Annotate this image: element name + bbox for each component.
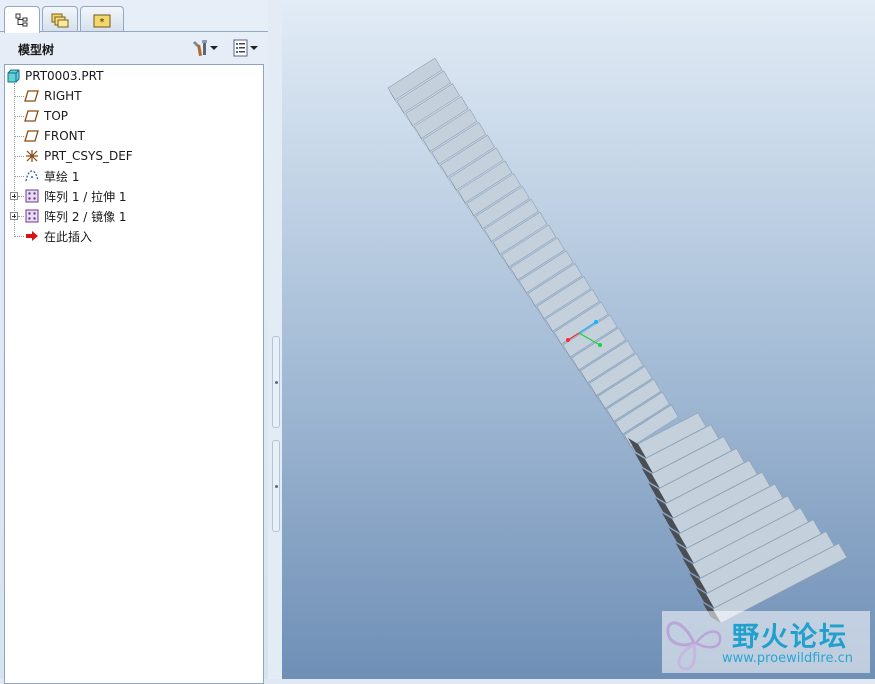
tree-item-label: TOP [44,109,69,123]
tree-settings-button[interactable] [192,38,218,58]
tree-item-sketch[interactable]: 草绘 1 [24,167,79,185]
tree-item-label: 草绘 1 [44,169,80,184]
tab-folder-browser[interactable] [42,6,78,32]
svg-text:*: * [100,17,105,28]
left-panel: * 模型树 PRT0003.PRT RIGHT TOP FRONT PRT_CS… [0,0,282,684]
insert-here-arrow-icon [24,228,40,244]
datum-plane-icon [24,108,40,124]
tree-item-csys[interactable]: PRT_CSYS_DEF [24,147,133,165]
model-tree-icon [15,13,28,27]
coordinate-system-icon [24,148,40,164]
pattern-icon [24,208,40,224]
tree-connector [14,136,24,137]
model-tree-header: 模型树 [0,34,272,62]
tree-connector [14,96,24,97]
part-icon [5,68,21,84]
tree-show-button[interactable] [232,38,258,58]
tree-item-label: RIGHT [44,89,82,103]
forum-watermark: 野火论坛 www.proewildfire.cn [662,611,870,673]
model-tree-panel: PRT0003.PRT RIGHT TOP FRONT PRT_CSYS_DEF [4,64,264,684]
tree-connector [14,176,24,177]
tree-item-pattern-1[interactable]: 阵列 1 / 拉伸 1 [24,187,127,205]
tree-connector [14,116,24,117]
splitter-grip-upper[interactable] [272,336,280,428]
tab-favorites[interactable]: * [80,6,124,32]
sketch-icon [24,168,40,184]
watermark-url: www.proewildfire.cn [722,651,853,666]
tree-connector [14,156,24,157]
datum-plane-icon [24,88,40,104]
graphics-viewport[interactable] [282,0,875,679]
favorites-icon: * [93,14,111,28]
tools-icon [193,40,207,57]
tree-item-label: 阵列 1 / 拉伸 1 [44,189,127,204]
pattern-icon [24,188,40,204]
tree-connector [14,236,24,237]
folder-browser-icon [51,13,69,27]
tree-item-top[interactable]: TOP [24,107,68,125]
pattern-blocks-lower [628,412,848,624]
tree-item-pattern-2[interactable]: 阵列 2 / 镜像 1 [24,207,127,225]
datum-plane-icon [24,128,40,144]
tree-item-insert-here[interactable]: 在此插入 [24,227,92,245]
part-model-3d [387,57,848,624]
tree-item-label: FRONT [44,129,85,143]
pattern-blocks-upper [387,57,679,456]
expand-toggle[interactable] [10,192,18,200]
expand-toggle[interactable] [10,212,18,220]
tree-item-label: 阵列 2 / 镜像 1 [44,209,127,224]
tree-item-front[interactable]: FRONT [24,127,85,145]
splitter-grip-lower[interactable] [272,440,280,532]
tree-item-label: 在此插入 [44,229,93,244]
watermark-title: 野火论坛 [732,622,848,653]
tab-bar-divider [0,31,270,32]
chevron-down-icon [250,46,258,50]
model-tree-title: 模型树 [18,43,55,57]
chevron-down-icon [210,46,218,50]
tree-item-right[interactable]: RIGHT [24,87,82,105]
tab-model-tree[interactable] [4,6,40,33]
tree-item-label: PRT_CSYS_DEF [44,149,133,163]
tree-root-label: PRT0003.PRT [25,69,104,83]
tree-root-part[interactable]: PRT0003.PRT [5,67,103,85]
butterfly-logo [666,621,722,671]
list-icon [233,39,248,57]
